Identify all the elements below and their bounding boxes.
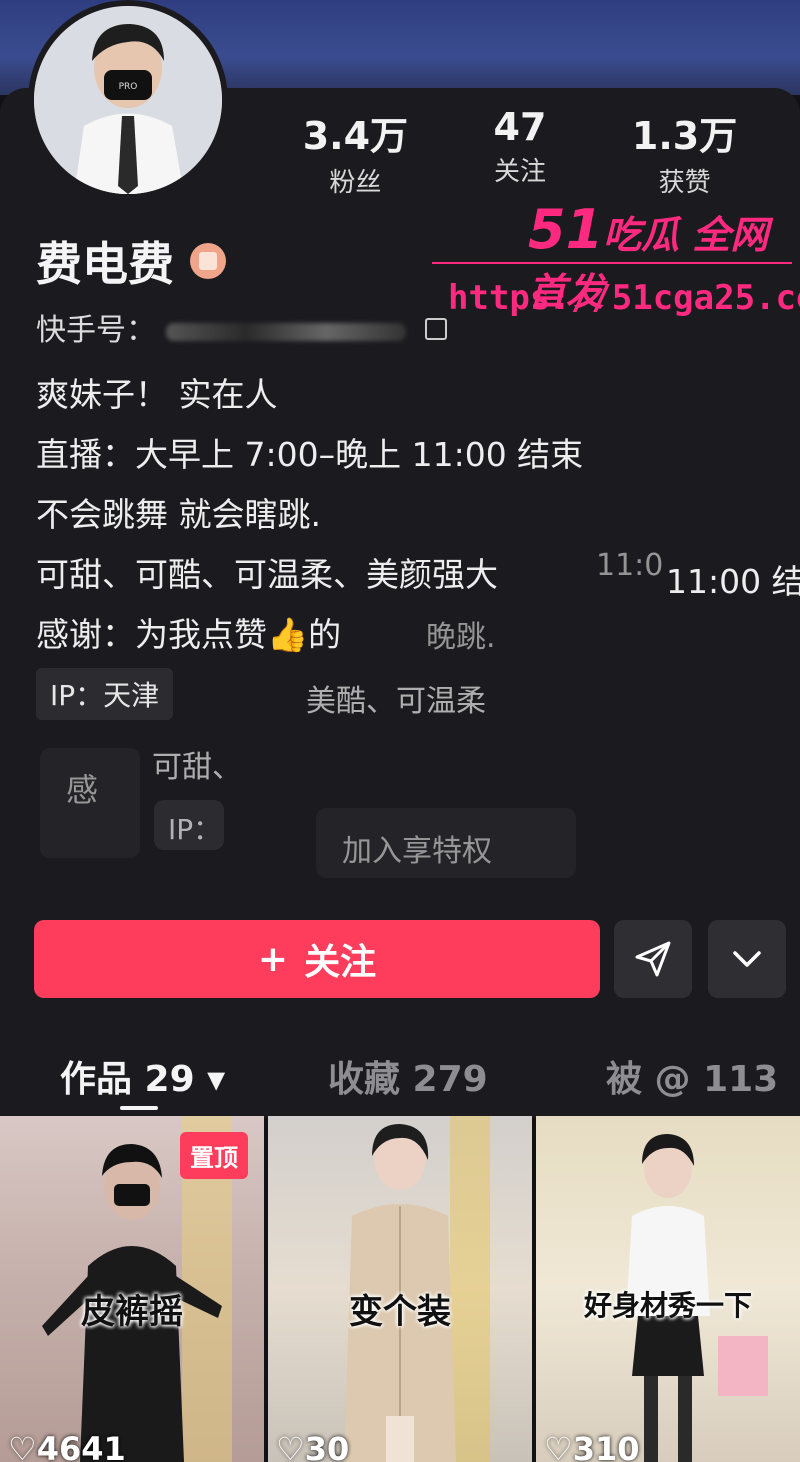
more-button[interactable] [708, 920, 786, 998]
ip-location-tag: IP：天津 [36, 668, 174, 720]
video-likes: ♡310 [544, 1430, 640, 1462]
creator-badge-icon[interactable] [190, 243, 226, 279]
share-button[interactable] [614, 920, 692, 998]
avatar[interactable]: PRO [28, 0, 228, 200]
stat-fans-label: 粉丝 [329, 168, 382, 198]
ghost-text: 11:00 结 [666, 562, 800, 601]
tab-works[interactable]: 作品 29 ▾ [60, 1050, 225, 1102]
ghost-text: 美酷、可温柔 [306, 684, 486, 719]
blurred-id [165, 322, 406, 341]
watermark-number: 51 [528, 198, 604, 261]
watermark-url: https://51cga25.com [448, 278, 800, 318]
tab-mentions[interactable]: 被 @ 113 [606, 1050, 778, 1102]
watermark-divider [432, 262, 792, 264]
profile-name: 费电费 [36, 237, 174, 291]
stat-likes[interactable]: 1.3万 获赞 [632, 105, 737, 199]
tab-favorites[interactable]: 收藏 279 [328, 1050, 488, 1102]
follow-label: 关注 [304, 942, 377, 983]
ghost-text: 加入享特权 [342, 834, 492, 869]
video-caption: 皮裤摇 [81, 1292, 183, 1332]
video-likes: ♡4641 [8, 1430, 126, 1462]
bio-line: 感谢：为我点赞👍的 [36, 615, 342, 654]
stat-fans[interactable]: 3.4万 粉丝 [303, 105, 408, 199]
profile-stats: 3.4万 粉丝 47 关注 1.3万 获赞 [260, 105, 780, 199]
stat-likes-count: 1.3万 [631, 114, 738, 158]
profile-name-row: 费电费 [36, 228, 226, 294]
chevron-down-icon [733, 951, 761, 967]
video-grid: 置顶 皮裤摇 ♡4641 变个装 ♡30 好身材秀一下 ♡310 [0, 1116, 800, 1462]
stat-following-count: 47 [493, 105, 547, 149]
stat-following-label: 关注 [493, 157, 546, 187]
send-icon [635, 941, 671, 977]
ghost-text: 可甜、 [152, 750, 242, 785]
video-thumbnail[interactable]: 变个装 ♡30 [268, 1116, 532, 1462]
kuaishou-id-row: 快手号： [36, 305, 448, 349]
video-caption: 变个装 [349, 1292, 451, 1332]
bio-line: 爽妹子！ 实在人 [36, 375, 278, 414]
ghost-text: IP： [168, 813, 222, 846]
bio-line: 不会跳舞 就会瞎跳. [36, 495, 321, 534]
tab-active-indicator [120, 1106, 158, 1110]
ghost-text: 11:0 [596, 548, 664, 583]
copy-icon[interactable] [425, 318, 448, 340]
video-caption: 好身材秀一下 [583, 1289, 752, 1322]
kuaishou-id-label: 快手号： [36, 313, 156, 348]
stat-likes-label: 获赞 [658, 168, 711, 198]
stat-fans-count: 3.4万 [302, 114, 409, 158]
plus-icon: + [257, 938, 289, 980]
video-thumbnail[interactable]: 置顶 皮裤摇 ♡4641 [0, 1116, 264, 1462]
bio-line: 直播：大早上 7:00–晚上 11:00 结束 [36, 435, 584, 474]
svg-text:PRO: PRO [119, 82, 138, 92]
follow-button[interactable]: + 关注 [34, 920, 600, 998]
profile-bio: 爽妹子！ 实在人 直播：大早上 7:00–晚上 11:00 结束 不会跳舞 就会… [36, 365, 583, 665]
ghost-text: 晚跳. [426, 620, 496, 655]
ghost-text: 感 [66, 771, 99, 809]
pinned-badge: 置顶 [180, 1132, 248, 1179]
bio-line: 可甜、可酷、可温柔、美颜强大 [36, 555, 498, 594]
video-likes: ♡30 [276, 1430, 350, 1462]
video-thumbnail[interactable]: 好身材秀一下 ♡310 [536, 1116, 800, 1462]
stat-following[interactable]: 47 关注 [494, 105, 547, 199]
